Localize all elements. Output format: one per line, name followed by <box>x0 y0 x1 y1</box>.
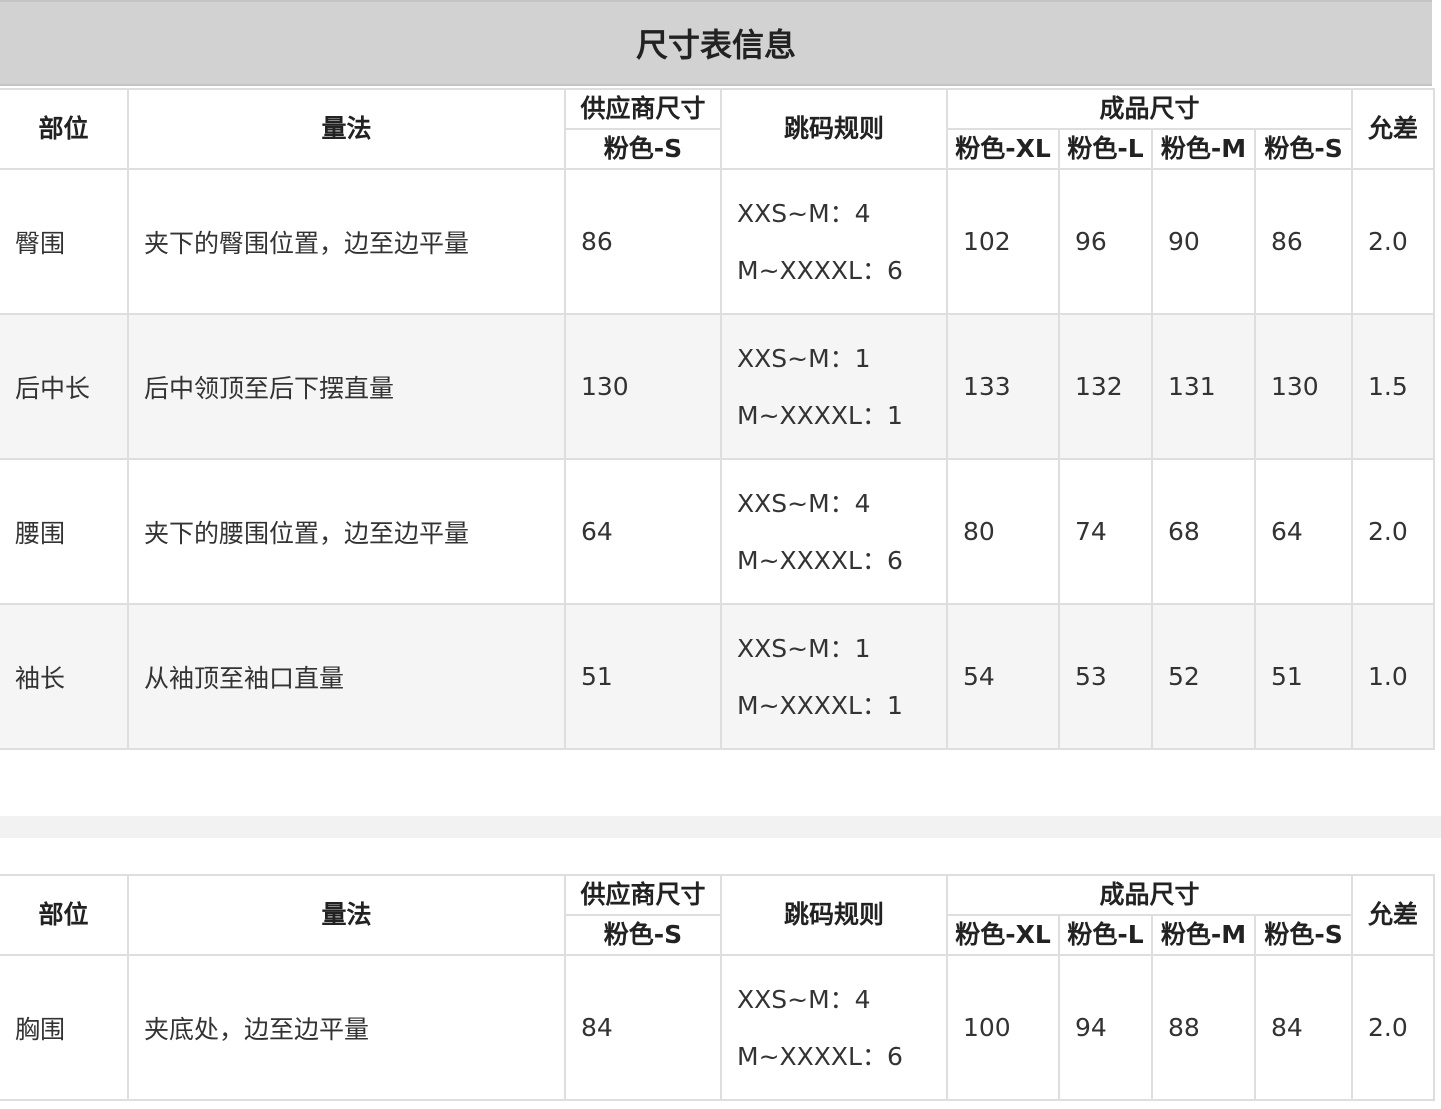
table-row: 腰围 夹下的腰围位置，边至边平量 64 XXS~M：4 M~XXXXL：6 80… <box>0 458 1436 605</box>
cell-l: 96 <box>1058 168 1153 315</box>
size-table-1: 部位 量法 供应商尺寸 跳码规则 成品尺寸 允差 粉色-S 粉色-XL 粉色-L… <box>0 88 1436 750</box>
header-tolerance: 允差 <box>1351 874 1436 956</box>
rule-line-1: XXS~M：1 <box>737 633 871 663</box>
cell-xl: 100 <box>946 954 1060 1101</box>
cell-s: 84 <box>1253 954 1354 1101</box>
rule-line-1: XXS~M：4 <box>737 488 871 518</box>
rule-line-2: M~XXXXL：6 <box>737 255 903 285</box>
cell-jump-rule: XXS~M：1 M~XXXXL：1 <box>720 313 948 460</box>
cell-l: 132 <box>1058 313 1153 460</box>
cell-m: 52 <box>1151 603 1256 750</box>
rule-line-2: M~XXXXL：6 <box>737 545 903 575</box>
header-size-xl: 粉色-XL <box>946 914 1060 956</box>
page-title: 尺寸表信息 <box>0 0 1432 86</box>
cell-jump-rule: XXS~M：4 M~XXXXL：6 <box>720 168 948 315</box>
cell-s: 64 <box>1253 458 1354 605</box>
cell-xl: 133 <box>946 313 1060 460</box>
cell-l: 53 <box>1058 603 1153 750</box>
header-method: 量法 <box>127 88 566 170</box>
rule-line-1: XXS~M：4 <box>737 984 871 1014</box>
header-method: 量法 <box>127 874 566 956</box>
cell-tolerance: 1.0 <box>1351 603 1436 750</box>
rule-line-2: M~XXXXL：1 <box>737 400 903 430</box>
cell-supplier: 51 <box>564 603 722 750</box>
header-size-m: 粉色-M <box>1151 128 1256 170</box>
header-size-s: 粉色-S <box>1253 128 1354 170</box>
rule-line-2: M~XXXXL：1 <box>737 690 903 720</box>
cell-m: 68 <box>1151 458 1256 605</box>
header-jump-rule: 跳码规则 <box>720 874 948 956</box>
table-row: 胸围 夹底处，边至边平量 84 XXS~M：4 M~XXXXL：6 100 94… <box>0 954 1436 1101</box>
cell-supplier: 84 <box>564 954 722 1101</box>
cell-l: 94 <box>1058 954 1153 1101</box>
rule-line-1: XXS~M：4 <box>737 198 871 228</box>
header-size-m: 粉色-M <box>1151 914 1256 956</box>
header-part: 部位 <box>0 88 129 170</box>
header-supplier-size: 供应商尺寸 <box>564 874 722 916</box>
cell-tolerance: 2.0 <box>1351 954 1436 1101</box>
cell-part: 胸围 <box>0 954 129 1101</box>
header-finished-size: 成品尺寸 <box>945 874 1354 916</box>
cell-s: 130 <box>1253 313 1354 460</box>
cell-tolerance: 2.0 <box>1351 458 1436 605</box>
cell-jump-rule: XXS~M：4 M~XXXXL：6 <box>720 954 948 1101</box>
section-divider <box>0 816 1441 838</box>
cell-supplier: 130 <box>564 313 722 460</box>
cell-part: 袖长 <box>0 603 129 750</box>
header-finished-size: 成品尺寸 <box>945 88 1354 130</box>
table-row: 臀围 夹下的臀围位置，边至边平量 86 XXS~M：4 M~XXXXL：6 10… <box>0 168 1436 315</box>
cell-part: 腰围 <box>0 458 129 605</box>
header-supplier-sub: 粉色-S <box>565 128 722 170</box>
cell-method: 夹下的腰围位置，边至边平量 <box>127 458 566 605</box>
cell-jump-rule: XXS~M：4 M~XXXXL：6 <box>720 458 948 605</box>
header-size-s: 粉色-S <box>1253 914 1354 956</box>
cell-s: 51 <box>1253 603 1354 750</box>
table-row: 后中长 后中领顶至后下摆直量 130 XXS~M：1 M~XXXXL：1 133… <box>0 313 1436 460</box>
header-size-l: 粉色-L <box>1058 914 1153 956</box>
header-part: 部位 <box>0 874 129 956</box>
cell-xl: 54 <box>946 603 1060 750</box>
header-size-xl: 粉色-XL <box>946 128 1060 170</box>
cell-tolerance: 1.5 <box>1351 313 1436 460</box>
cell-l: 74 <box>1058 458 1153 605</box>
cell-method: 夹下的臀围位置，边至边平量 <box>127 168 566 315</box>
cell-m: 90 <box>1151 168 1256 315</box>
cell-s: 86 <box>1253 168 1354 315</box>
cell-supplier: 86 <box>564 168 722 315</box>
cell-m: 88 <box>1151 954 1256 1101</box>
cell-part: 后中长 <box>0 313 129 460</box>
rule-line-1: XXS~M：1 <box>737 343 871 373</box>
cell-xl: 80 <box>946 458 1060 605</box>
rule-line-2: M~XXXXL：6 <box>737 1041 903 1071</box>
header-tolerance: 允差 <box>1351 88 1436 170</box>
header-size-l: 粉色-L <box>1058 128 1153 170</box>
table-row: 袖长 从袖顶至袖口直量 51 XXS~M：1 M~XXXXL：1 54 53 5… <box>0 603 1436 750</box>
header-supplier-size: 供应商尺寸 <box>564 88 722 130</box>
size-table-2: 部位 量法 供应商尺寸 跳码规则 成品尺寸 允差 粉色-S 粉色-XL 粉色-L… <box>0 874 1436 1101</box>
header-supplier-sub: 粉色-S <box>565 914 722 956</box>
cell-jump-rule: XXS~M：1 M~XXXXL：1 <box>720 603 948 750</box>
cell-tolerance: 2.0 <box>1351 168 1436 315</box>
cell-method: 夹底处，边至边平量 <box>127 954 566 1101</box>
cell-part: 臀围 <box>0 168 129 315</box>
cell-method: 从袖顶至袖口直量 <box>127 603 566 750</box>
cell-xl: 102 <box>946 168 1060 315</box>
cell-m: 131 <box>1151 313 1256 460</box>
header-jump-rule: 跳码规则 <box>720 88 948 170</box>
cell-supplier: 64 <box>564 458 722 605</box>
cell-method: 后中领顶至后下摆直量 <box>127 313 566 460</box>
